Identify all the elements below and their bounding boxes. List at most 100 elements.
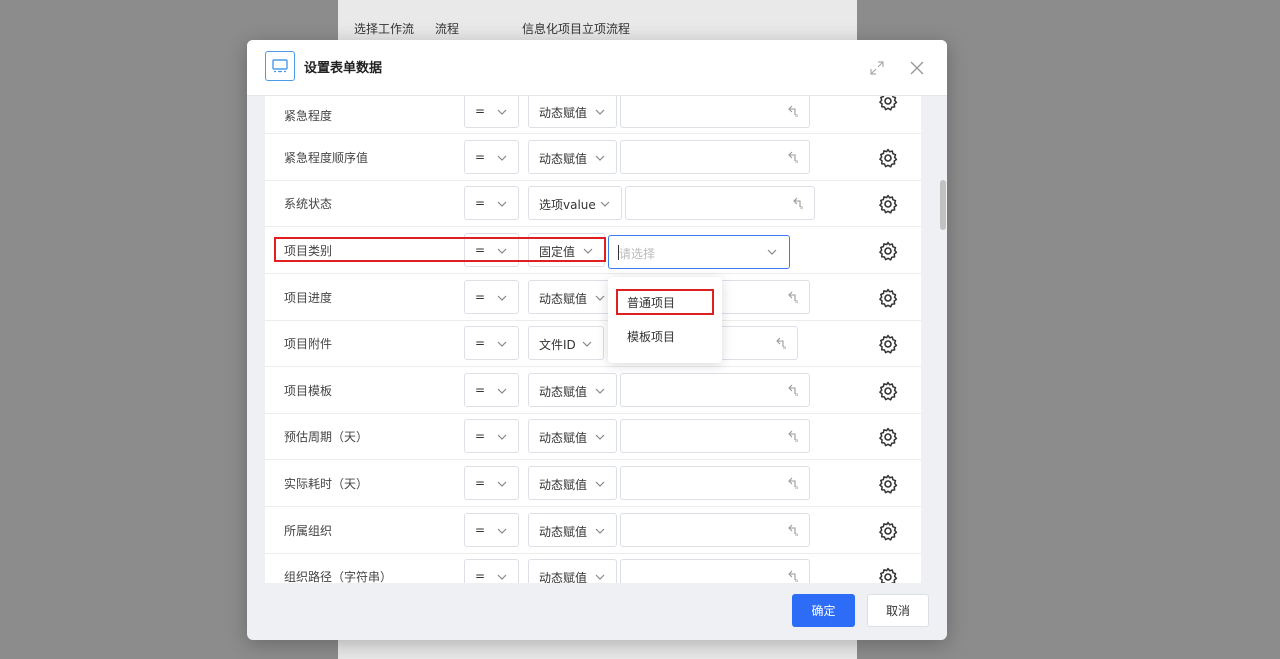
chevron-down-icon xyxy=(497,295,507,301)
value-type-select[interactable]: 动态赋值 xyxy=(528,96,617,128)
gear-icon[interactable] xyxy=(878,288,898,308)
maximize-button[interactable] xyxy=(867,58,887,78)
chevron-down-icon xyxy=(595,295,605,301)
variable-icon[interactable]: a xyxy=(787,104,801,118)
variable-icon[interactable]: a xyxy=(775,336,789,350)
gear-icon[interactable] xyxy=(878,241,898,261)
variable-icon[interactable]: a xyxy=(787,383,801,397)
gear-icon[interactable] xyxy=(878,334,898,354)
highlight-normal-option xyxy=(616,289,714,315)
operator-select[interactable]: = xyxy=(464,559,519,583)
variable-icon[interactable]: a xyxy=(787,150,801,164)
chevron-down-icon xyxy=(497,574,507,580)
variable-icon[interactable]: a xyxy=(792,196,806,210)
value-type-select[interactable]: 动态赋值 xyxy=(528,419,617,453)
operator-select[interactable]: = xyxy=(464,186,519,220)
bg-row-label: 选择工作流 xyxy=(354,22,415,36)
operator-select[interactable]: = xyxy=(464,373,519,407)
value-input[interactable]: a xyxy=(620,140,810,174)
chevron-down-icon xyxy=(497,155,507,161)
variable-icon[interactable]: a xyxy=(787,290,801,304)
variable-icon[interactable]: a xyxy=(787,523,801,537)
chevron-down-icon xyxy=(595,388,605,394)
value-type-select[interactable]: 动态赋值 xyxy=(528,513,617,547)
mapping-row: 紧急程度顺序值 = 动态赋值 a xyxy=(265,134,921,181)
value-type-select[interactable]: 动态赋值 xyxy=(528,280,617,314)
mapping-row: 实际耗时（天） = 动态赋值 a xyxy=(265,460,921,507)
value-input[interactable]: a xyxy=(620,419,810,453)
gear-icon[interactable] xyxy=(878,96,898,111)
confirm-button[interactable]: 确定 xyxy=(792,594,855,627)
chevron-down-icon xyxy=(497,388,507,394)
value-input[interactable]: a xyxy=(620,513,810,547)
svg-text:a: a xyxy=(795,438,798,443)
svg-text:a: a xyxy=(795,485,798,490)
chevron-down-icon xyxy=(497,201,507,207)
set-form-data-dialog: 设置表单数据 紧急程度 = 动态赋值 a 紧急程度顺序值 = 动态赋值 a 系统状态 = 选项val… xyxy=(247,40,947,640)
variable-icon[interactable]: a xyxy=(787,569,801,583)
dropdown-option-template[interactable]: 模板项目 xyxy=(608,320,722,350)
gear-icon[interactable] xyxy=(878,148,898,168)
mapping-row: 项目附件 = 文件ID a xyxy=(265,320,921,367)
svg-text:a: a xyxy=(783,345,786,350)
chevron-down-icon xyxy=(595,574,605,580)
value-input[interactable]: a xyxy=(620,466,810,500)
operator-select[interactable]: = xyxy=(464,96,519,128)
value-input[interactable]: a xyxy=(620,559,810,583)
field-label: 预估周期（天） xyxy=(284,430,369,444)
close-button[interactable] xyxy=(907,58,927,78)
chevron-down-icon xyxy=(497,109,507,115)
chevron-down-icon xyxy=(595,528,605,534)
chevron-down-icon xyxy=(595,481,605,487)
scrollbar-thumb[interactable] xyxy=(940,180,946,230)
dialog-title: 设置表单数据 xyxy=(304,61,383,76)
value-type-select[interactable]: 动态赋值 xyxy=(528,140,617,174)
dialog-footer: 确定 取消 xyxy=(247,583,947,640)
bg-row-col3: 信息化项目立项流程 xyxy=(522,22,631,36)
value-type-select[interactable]: 动态赋值 xyxy=(528,466,617,500)
value-type-select[interactable]: 动态赋值 xyxy=(528,559,617,583)
variable-icon[interactable]: a xyxy=(787,476,801,490)
svg-text:a: a xyxy=(800,205,803,210)
mapping-row: 紧急程度 = 动态赋值 a xyxy=(265,96,921,134)
svg-text:a: a xyxy=(795,299,798,304)
operator-select[interactable]: = xyxy=(464,513,519,547)
value-input[interactable]: a xyxy=(720,326,798,360)
operator-select[interactable]: = xyxy=(464,326,519,360)
close-icon xyxy=(910,61,924,75)
value-input[interactable]: a xyxy=(620,373,810,407)
field-label: 紧急程度 xyxy=(284,109,333,123)
gear-icon[interactable] xyxy=(878,427,898,447)
cancel-button[interactable]: 取消 xyxy=(867,594,929,627)
mapping-row: 所属组织 = 动态赋值 a xyxy=(265,507,921,554)
project-category-value-select[interactable]: 请选择 xyxy=(608,235,790,269)
chevron-down-icon xyxy=(600,201,610,207)
operator-select[interactable]: = xyxy=(464,419,519,453)
value-type-select[interactable]: 动态赋值 xyxy=(528,373,617,407)
svg-text:a: a xyxy=(795,532,798,537)
operator-select[interactable]: = xyxy=(464,140,519,174)
field-label: 项目进度 xyxy=(284,291,333,305)
operator-select[interactable]: = xyxy=(464,466,519,500)
mapping-row: 系统状态 = 选项value a xyxy=(265,180,921,227)
operator-select[interactable]: = xyxy=(464,280,519,314)
chevron-down-icon xyxy=(497,528,507,534)
gear-icon[interactable] xyxy=(878,567,898,583)
form-icon xyxy=(265,51,295,81)
chevron-down-icon xyxy=(595,155,605,161)
value-type-select[interactable]: 选项value xyxy=(528,186,622,220)
value-input[interactable]: a xyxy=(620,96,810,128)
bg-row-col2: 流程 xyxy=(435,22,460,36)
chevron-down-icon xyxy=(767,249,777,255)
gear-icon[interactable] xyxy=(878,381,898,401)
field-label: 项目模板 xyxy=(284,384,333,398)
gear-icon[interactable] xyxy=(878,194,898,214)
gear-icon[interactable] xyxy=(878,474,898,494)
variable-icon[interactable]: a xyxy=(787,429,801,443)
gear-icon[interactable] xyxy=(878,521,898,541)
mapping-row: 预估周期（天） = 动态赋值 a xyxy=(265,413,921,460)
value-input[interactable]: a xyxy=(625,186,815,220)
value-type-select[interactable]: 文件ID xyxy=(528,326,604,360)
svg-text:a: a xyxy=(795,113,798,118)
field-label: 系统状态 xyxy=(284,197,333,211)
